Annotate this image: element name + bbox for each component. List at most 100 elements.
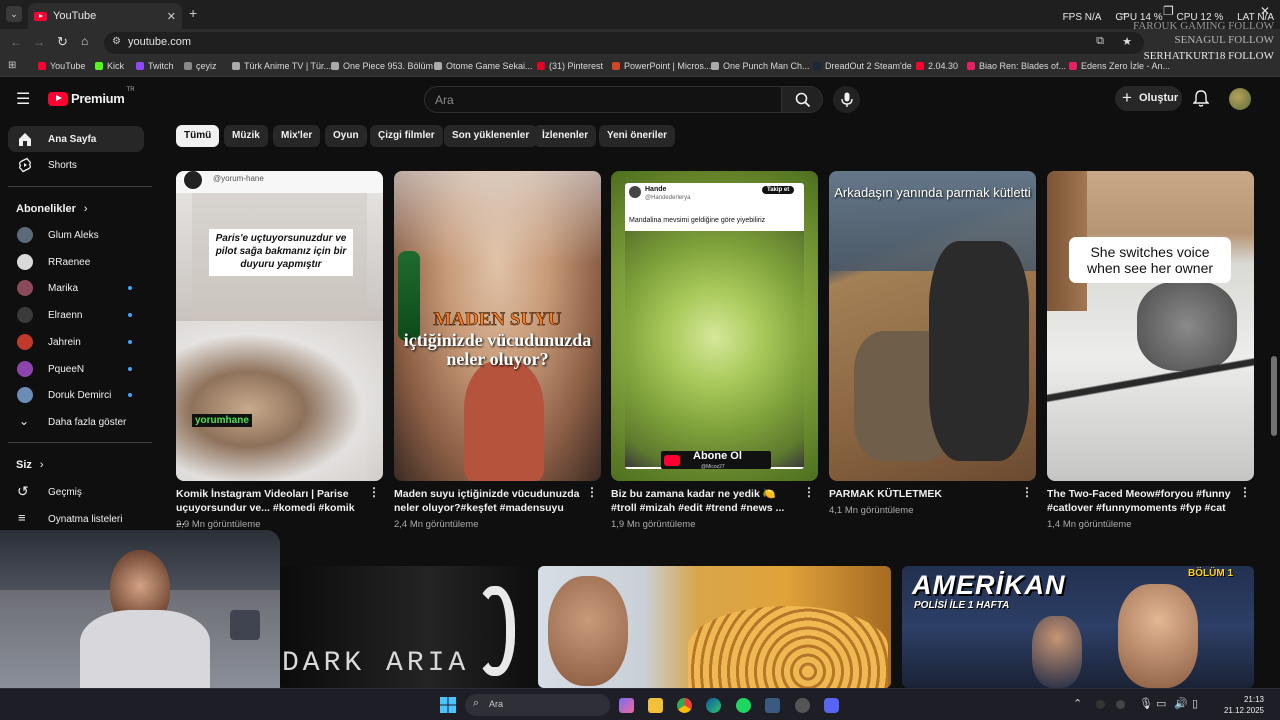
history-icon: ↺ — [17, 483, 29, 499]
bookmark-item[interactable]: Biao Ren: Blades of... — [967, 61, 1066, 71]
app-icon[interactable] — [795, 698, 810, 713]
user-avatar[interactable] — [1229, 88, 1251, 110]
subscriptions-heading[interactable]: Abonelikler › — [16, 203, 88, 215]
video-title-2[interactable]: Maden suyu içtiğinizde vücudunuzda neler… — [394, 487, 584, 515]
bookmark-item[interactable]: One Punch Man Ch... — [711, 61, 810, 71]
sidebar-subscription-item[interactable]: RRaenee — [8, 249, 144, 275]
battery-icon[interactable]: ▯ — [1192, 697, 1198, 710]
url-bar[interactable]: ⚙ youtube.com ⧉ ★ — [104, 32, 1144, 54]
sidebar-item-home[interactable]: Ana Sayfa — [8, 126, 144, 152]
logo-text: Premium — [71, 91, 125, 106]
chip-6[interactable]: İzlenenler — [534, 125, 597, 147]
video-thumbnail-6[interactable]: DARK ARIA — [280, 566, 528, 688]
search-button[interactable] — [781, 86, 823, 113]
page-scrollbar[interactable] — [1271, 356, 1277, 436]
video-menu-icon[interactable]: ⋮ — [586, 486, 598, 498]
bookmark-item[interactable]: DreadOut 2 Steam'de — [813, 61, 912, 71]
apps-grid-icon[interactable]: ⊞ — [8, 60, 16, 71]
browser-tab-youtube[interactable]: YouTube ✕ — [28, 3, 182, 29]
network-icon[interactable]: ▭ — [1156, 697, 1166, 710]
new-tab-button[interactable]: + — [189, 5, 197, 21]
honeycomb-graphic — [688, 606, 888, 688]
sidebar-item-history[interactable]: ↺ Geçmiş — [8, 479, 144, 505]
mic-icon[interactable]: 🎙 — [1139, 697, 1153, 710]
chip-2[interactable]: Mix'ler — [273, 125, 321, 147]
notifications-bell-icon[interactable] — [1193, 90, 1209, 108]
video-thumbnail-1[interactable]: @yorum-hane Paris'e uçtuyorsunuzdur ve p… — [176, 171, 383, 481]
video-thumbnail-7[interactable] — [538, 566, 891, 688]
search-input[interactable]: Ara — [424, 86, 782, 113]
subscriptions-title: Abonelikler — [16, 203, 76, 215]
discord-icon[interactable] — [824, 698, 839, 713]
chrome-icon[interactable] — [677, 698, 692, 713]
bookmark-item[interactable]: PowerPoint | Micros... — [612, 61, 711, 71]
sidebar-item-shorts[interactable]: Shorts — [8, 152, 144, 178]
sidebar-subscription-item[interactable]: Glum Aleks — [8, 222, 144, 248]
bookmark-item[interactable]: YouTube — [38, 61, 85, 71]
video-title-5[interactable]: The Two-Faced Meow#foryou #funny #catlov… — [1047, 487, 1237, 515]
sidebar-subscription-item[interactable]: Jahrein — [8, 329, 144, 355]
chip-1[interactable]: Müzik — [224, 125, 268, 147]
video-menu-icon[interactable]: ⋮ — [1021, 486, 1033, 498]
bookmark-item[interactable]: Twitch — [136, 61, 174, 71]
edge-icon[interactable] — [706, 698, 721, 713]
video-menu-icon[interactable]: ⋮ — [803, 486, 815, 498]
tray-app-icon[interactable] — [1096, 700, 1105, 709]
sidebar-subscription-item[interactable]: PqueeN — [8, 356, 144, 382]
sidebar-subscription-item[interactable]: Elraenn — [8, 302, 144, 328]
install-app-icon[interactable]: ⧉ — [1096, 35, 1104, 48]
video-menu-icon[interactable]: ⋮ — [368, 486, 380, 498]
tab-close-icon[interactable]: ✕ — [167, 10, 176, 23]
you-heading[interactable]: Siz › — [16, 459, 44, 471]
show-more-button[interactable]: ⌄ Daha fazla göster — [8, 409, 144, 435]
bookmark-item[interactable]: Kick — [95, 61, 124, 71]
youtube-play-icon — [48, 91, 68, 106]
file-explorer-icon[interactable] — [648, 698, 663, 713]
video-thumbnail-8[interactable]: AMERİKAN POLİSİ İLE 1 HAFTA BÖLÜM 1 — [902, 566, 1254, 688]
menu-icon[interactable]: ☰ — [16, 89, 30, 109]
create-button[interactable]: + Oluştur — [1115, 86, 1182, 111]
tray-chevron-icon[interactable]: ⌃ — [1073, 697, 1082, 710]
volume-icon[interactable]: 🔊 — [1174, 697, 1188, 710]
youtube-logo[interactable]: Premium TR — [48, 87, 135, 106]
reload-icon[interactable]: ↻ — [57, 34, 68, 50]
sidebar-subscription-item[interactable]: Marika — [8, 275, 144, 301]
video-views-3: 1,9 Mn görüntüleme — [611, 519, 696, 530]
bookmark-star-icon[interactable]: ★ — [1122, 35, 1132, 48]
video-thumbnail-3[interactable]: Hande @Handederlerya Takip et Mandalina … — [611, 171, 818, 481]
bookmark-item[interactable]: Edens Zero İzle - An... — [1069, 61, 1170, 71]
bookmark-favicon-icon — [136, 62, 144, 70]
spotify-icon[interactable] — [736, 698, 751, 713]
bookmark-item[interactable]: (31) Pinterest — [537, 61, 603, 71]
video-title-4[interactable]: PARMAK KÜTLETMEK — [829, 487, 1019, 501]
video-thumbnail-5[interactable]: She switches voice when see her owner — [1047, 171, 1254, 481]
bookmark-item[interactable]: çeyiz — [184, 61, 217, 71]
bookmark-item[interactable]: 2.04.30 — [916, 61, 958, 71]
chip-7[interactable]: Yeni öneriler — [599, 125, 676, 147]
bookmark-item[interactable]: Türk Anime TV | Tür... — [232, 61, 331, 71]
bookmark-item[interactable]: Otome Game Sekai... — [434, 61, 533, 71]
tab-search-button[interactable]: ⌄ — [6, 6, 22, 22]
taskbar-clock[interactable]: 21:13 21.12.2025 — [1224, 694, 1264, 716]
video-title-3[interactable]: Biz bu zamana kadar ne yedik 🍋 #troll #m… — [611, 487, 801, 515]
chip-0[interactable]: Tümü — [176, 125, 220, 147]
copilot-icon[interactable] — [619, 698, 634, 713]
chip-5[interactable]: Son yüklenenler — [444, 125, 538, 147]
chip-3[interactable]: Oyun — [325, 125, 367, 147]
site-info-icon[interactable]: ⚙ — [112, 36, 121, 47]
video-menu-icon[interactable]: ⋮ — [1239, 486, 1251, 498]
home-icon[interactable]: ⌂ — [81, 34, 88, 48]
chip-4[interactable]: Çizgi filmler — [370, 125, 443, 147]
voice-search-button[interactable] — [833, 86, 860, 113]
app-icon[interactable] — [765, 698, 780, 713]
tray-app-icon[interactable] — [1116, 700, 1125, 709]
back-icon[interactable]: ← — [10, 35, 22, 49]
video-thumbnail-2[interactable]: MADEN SUYU içtiğinizde vücudunuzda neler… — [394, 171, 601, 481]
video-thumbnail-4[interactable]: Arkadaşın yanında parmak kütletti — [829, 171, 1036, 481]
sidebar-item-playlists[interactable]: ≡ Oynatma listeleri — [8, 506, 144, 532]
forward-icon[interactable]: → — [33, 35, 45, 49]
sidebar-subscription-item[interactable]: Doruk Demirci — [8, 382, 144, 408]
taskbar-search[interactable]: ⌕ Ara — [465, 694, 610, 716]
windows-start-icon[interactable] — [440, 697, 456, 713]
bookmark-item[interactable]: One Piece 953. Bölüm — [331, 61, 433, 71]
